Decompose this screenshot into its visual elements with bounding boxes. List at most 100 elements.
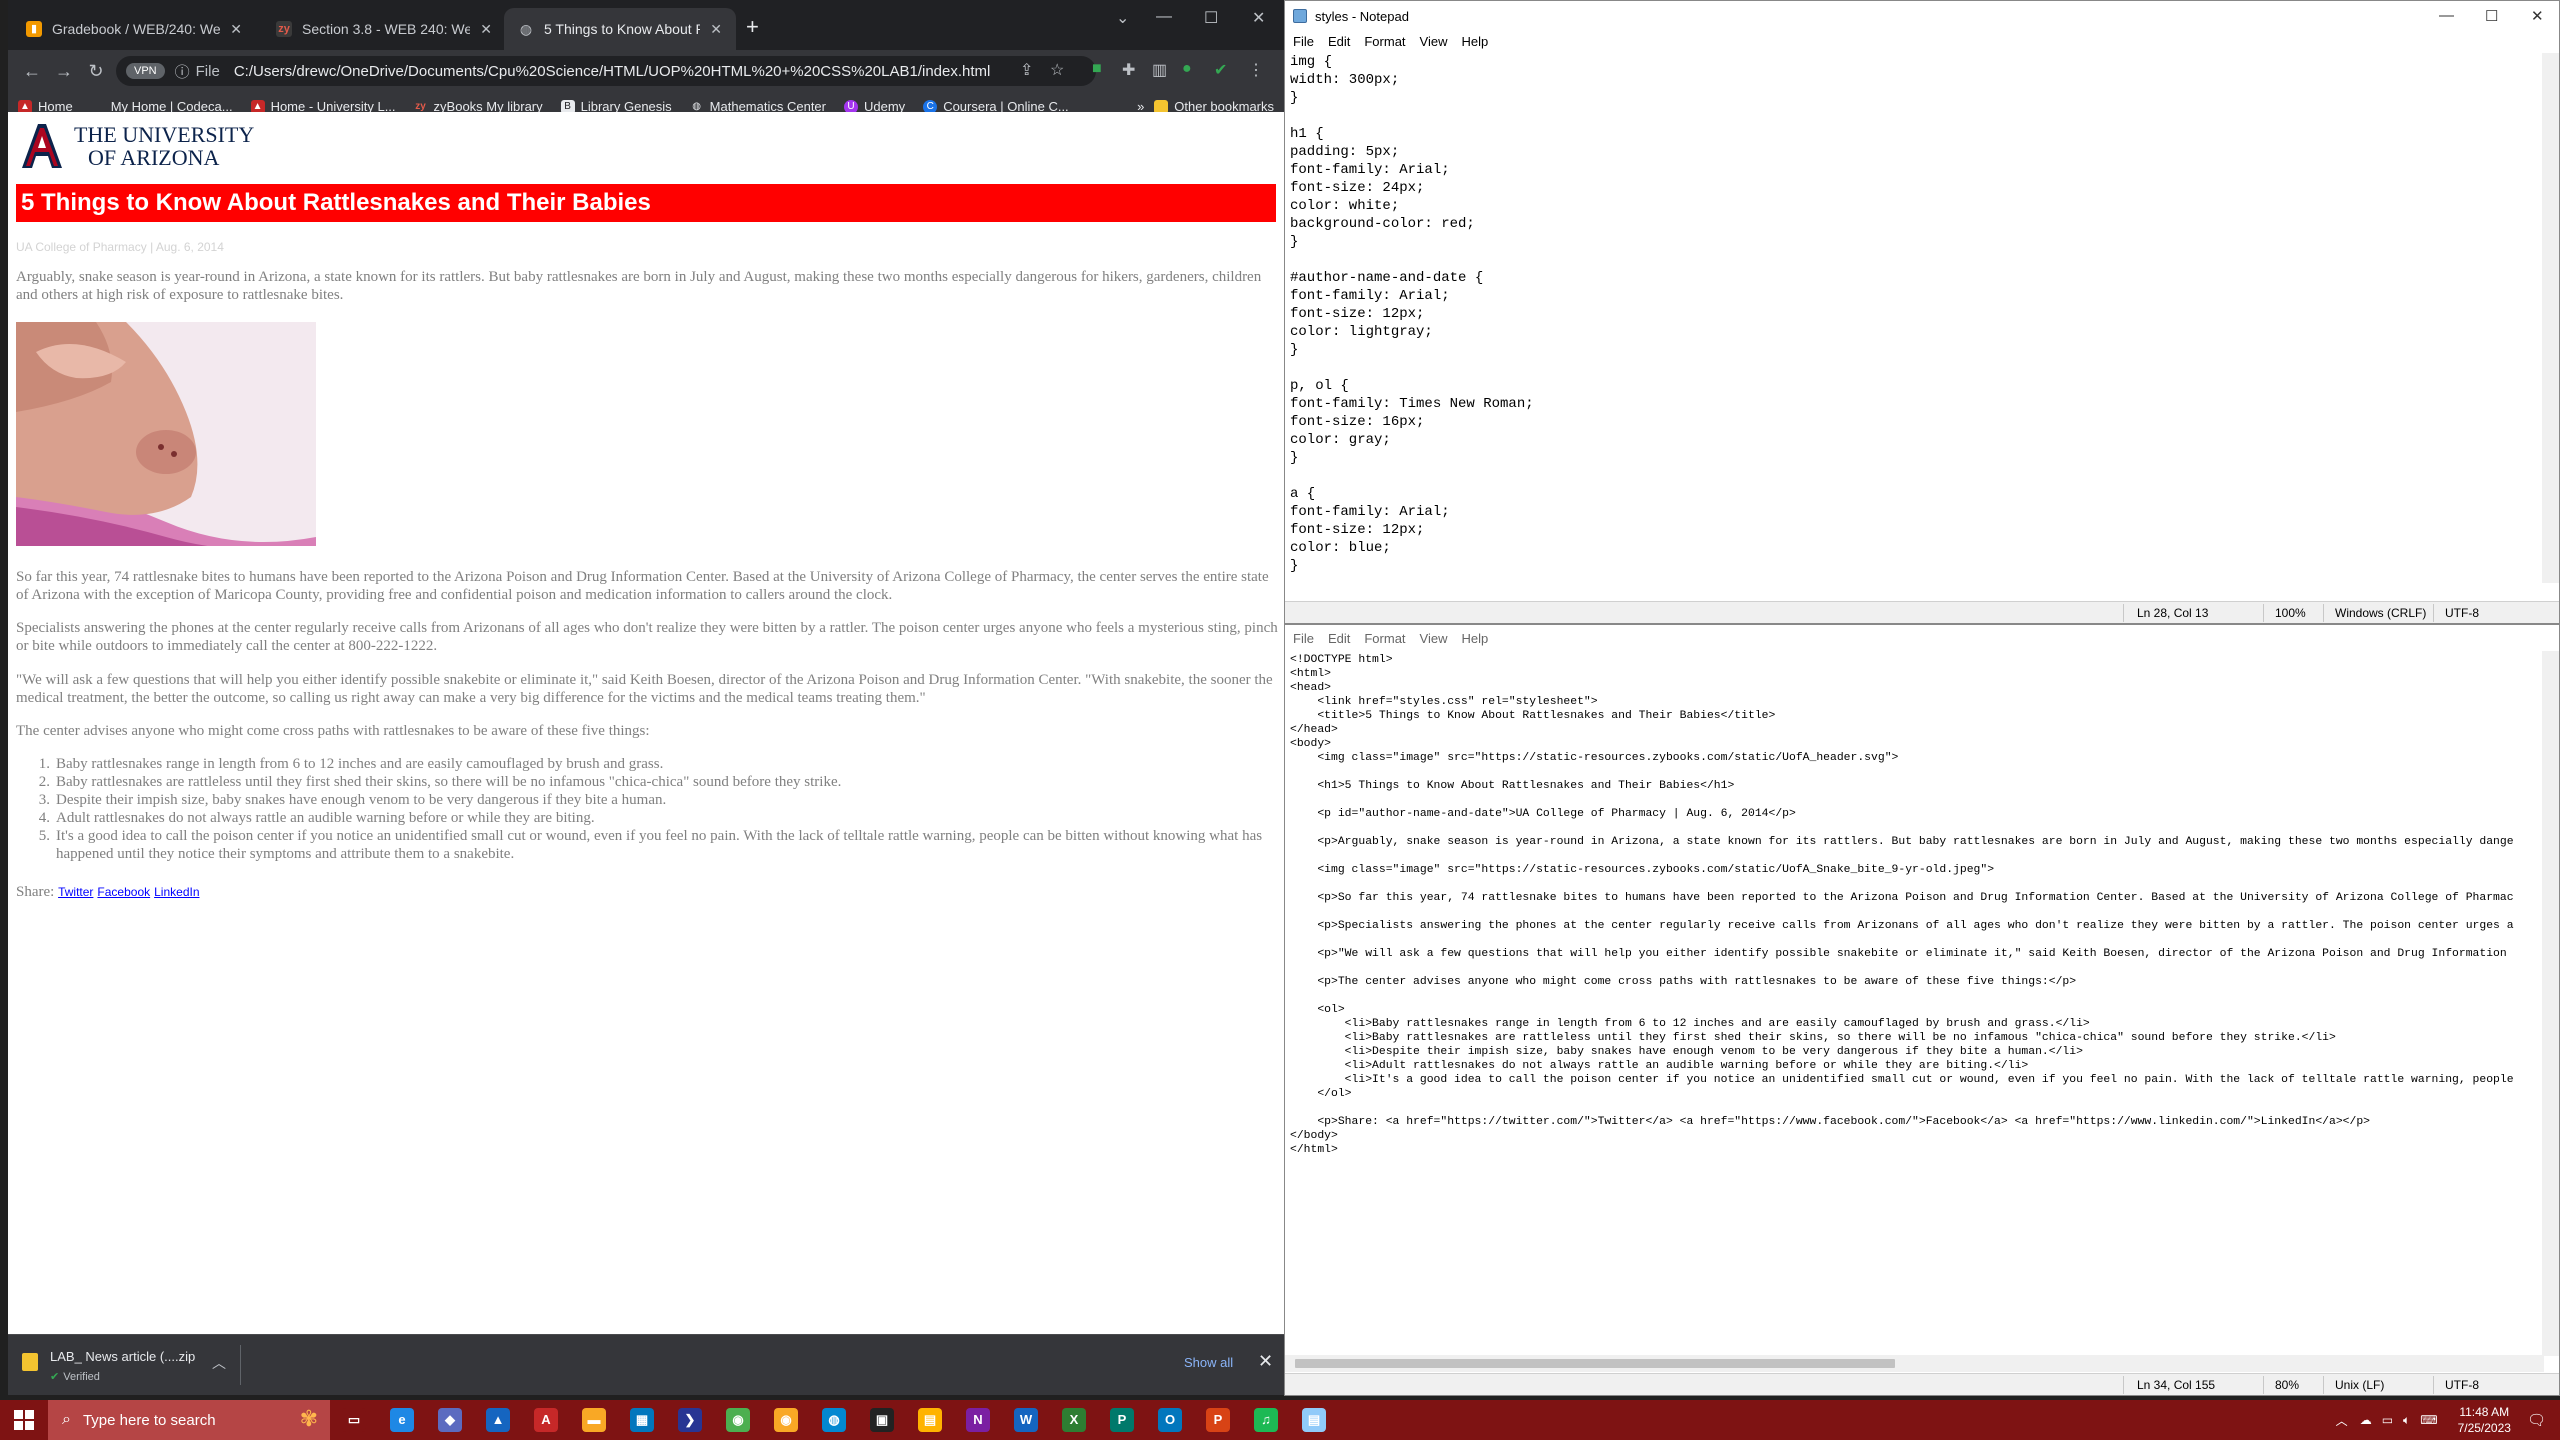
menu-edit[interactable]: Edit	[1328, 631, 1350, 646]
vertical-scrollbar[interactable]	[2542, 651, 2559, 1356]
horizontal-scrollbar[interactable]	[1285, 1355, 2544, 1372]
zip-file-icon	[22, 1353, 38, 1371]
task-view-icon[interactable]: ▭	[330, 1400, 378, 1440]
extension-lock-icon[interactable]: ■	[1092, 60, 1102, 78]
menu-file[interactable]: File	[1293, 34, 1314, 49]
side-panel-icon[interactable]: ▥	[1152, 60, 1167, 80]
notepad-menubar: File Edit Format View Help	[1285, 625, 2559, 651]
check-extension-icon[interactable]: ✔	[1214, 60, 1227, 80]
terminal-icon[interactable]: ▣	[858, 1400, 906, 1440]
close-window-button[interactable]: ✕	[1252, 8, 1265, 28]
list-item-text: Baby rattlesnakes range in length from 6…	[56, 756, 664, 772]
cursor-position: Ln 34, Col 155	[2137, 1378, 2216, 1392]
menu-edit[interactable]: Edit	[1328, 34, 1350, 49]
extensions-puzzle-icon[interactable]: ✚	[1122, 60, 1135, 80]
close-icon[interactable]: ✕	[480, 21, 492, 38]
store-icon[interactable]: ▦	[618, 1400, 666, 1440]
spotify-icon[interactable]: ♫	[1242, 1400, 1290, 1440]
keyboard-icon[interactable]: ⌨	[2420, 1413, 2437, 1427]
files-icon[interactable]: ▤	[906, 1400, 954, 1440]
minimize-button[interactable]: —	[1156, 8, 1172, 26]
maximize-button[interactable]: ☐	[1204, 8, 1218, 28]
menu-format[interactable]: Format	[1364, 34, 1405, 49]
word-icon[interactable]: W	[1002, 1400, 1050, 1440]
powershell-icon-glyph: ❯	[678, 1408, 702, 1432]
minimize-button[interactable]: —	[2439, 7, 2454, 24]
html-editor-text[interactable]: <!DOCTYPE html> <html> <head> <link href…	[1290, 653, 2540, 1323]
outlook-icon-glyph: O	[1158, 1408, 1182, 1432]
powerpoint-icon[interactable]: P	[1194, 1400, 1242, 1440]
azure-icon[interactable]: ▲	[474, 1400, 522, 1440]
menu-view[interactable]: View	[1420, 34, 1448, 49]
word-icon-glyph: W	[1014, 1408, 1038, 1432]
list-item-text: Baby rattlesnakes are rattleless until t…	[56, 774, 842, 790]
clock[interactable]: 11:48 AM 7/25/2023	[2458, 1404, 2511, 1436]
chevron-up-icon[interactable]: ︿	[2336, 1412, 2348, 1429]
app-icon[interactable]: ◆	[426, 1400, 474, 1440]
forward-icon[interactable]: →	[48, 61, 80, 82]
chevron-down-icon[interactable]: ⌄	[1116, 8, 1129, 28]
chevron-up-icon[interactable]: ︿	[212, 1353, 226, 1373]
tab-rattlesnakes[interactable]: ◍ 5 Things to Know About Rattles ✕	[504, 8, 736, 50]
notepad-icon[interactable]: ▤	[1290, 1400, 1338, 1440]
twitter-link[interactable]: Twitter	[58, 885, 93, 899]
menu-format[interactable]: Format	[1364, 631, 1405, 646]
menu-help[interactable]: Help	[1461, 34, 1488, 49]
menu-kebab-icon[interactable]: ⋮	[1248, 60, 1264, 80]
taskbar-search[interactable]: ⌕ Type here to search ✾	[48, 1400, 330, 1440]
close-window-button[interactable]: ✕	[2531, 7, 2544, 25]
menu-file[interactable]: File	[1293, 631, 1314, 646]
download-status: ✔ Verified	[50, 1370, 195, 1383]
status-bar: Ln 28, Col 13 100% Windows (CRLF) UTF-8	[1285, 601, 2559, 623]
download-item[interactable]: LAB_ News article (....zip ✔ Verified	[22, 1349, 195, 1383]
close-icon[interactable]: ✕	[230, 21, 242, 38]
logo-line-2: OF ARIZONA	[88, 145, 220, 170]
back-icon[interactable]: ←	[16, 61, 48, 82]
linkedin-link[interactable]: LinkedIn	[154, 885, 199, 899]
vertical-scrollbar[interactable]	[2542, 53, 2559, 583]
paragraph-3: "We will ask a few questions that will h…	[16, 672, 1273, 706]
menu-view[interactable]: View	[1420, 631, 1448, 646]
publisher-icon[interactable]: P	[1098, 1400, 1146, 1440]
app-icon-2[interactable]: ◍	[810, 1400, 858, 1440]
close-download-bar-icon[interactable]: ✕	[1258, 1351, 1273, 1372]
five-things-list: 1. Baby rattlesnakes range in length from…	[16, 755, 1278, 863]
tab-gradebook[interactable]: ▮ Gradebook / WEB/240: Web Des ✕	[12, 8, 256, 50]
tab-section[interactable]: zy Section 3.8 - WEB 240: Web Des ✕	[262, 8, 506, 50]
reload-icon[interactable]: ↻	[80, 61, 112, 82]
scrollbar-thumb[interactable]	[1295, 1359, 1895, 1368]
adobe-icon[interactable]: A	[522, 1400, 570, 1440]
edge-icon[interactable]: e	[378, 1400, 426, 1440]
show-all-button[interactable]: Show all	[1184, 1355, 1233, 1370]
vpn-badge[interactable]: VPN	[126, 63, 165, 79]
page-title: 5 Things to Know About Rattlesnakes and …	[16, 184, 1276, 222]
start-button[interactable]	[0, 1400, 48, 1440]
address-bar[interactable]: VPN ⓘ File C:/Users/drewc/OneDrive/Docum…	[116, 56, 1096, 86]
cloud-icon[interactable]: ☁	[2360, 1413, 2372, 1427]
url-text[interactable]: C:/Users/drewc/OneDrive/Documents/Cpu%20…	[234, 63, 991, 80]
new-tab-button[interactable]: +	[746, 14, 759, 40]
outlook-icon[interactable]: O	[1146, 1400, 1194, 1440]
css-editor-text[interactable]: img { width: 300px; } h1 { padding: 5px;…	[1290, 53, 2540, 573]
chrome-icon[interactable]: ◉	[714, 1400, 762, 1440]
facebook-link[interactable]: Facebook	[97, 885, 150, 899]
chrome-canary-icon[interactable]: ◉	[762, 1400, 810, 1440]
volume-icon[interactable]: 🔈︎	[2403, 1413, 2410, 1428]
close-icon[interactable]: ✕	[710, 21, 722, 38]
maximize-button[interactable]: ☐	[2485, 7, 2498, 25]
share-icon[interactable]: ⇪	[1020, 60, 1033, 80]
file-explorer-icon[interactable]: ▬	[570, 1400, 618, 1440]
share-row: Share: Twitter Facebook LinkedIn	[16, 884, 204, 901]
profile-avatar[interactable]: ●	[1182, 60, 1192, 78]
powershell-icon[interactable]: ❯	[666, 1400, 714, 1440]
powerpoint-icon-glyph: P	[1206, 1408, 1230, 1432]
onenote-icon[interactable]: N	[954, 1400, 1002, 1440]
bookmark-star-icon[interactable]: ☆	[1050, 60, 1064, 80]
info-icon[interactable]: ⓘ	[175, 61, 190, 82]
tab-label: 5 Things to Know About Rattles	[544, 21, 700, 37]
notification-icon[interactable]: 🗨︎	[2527, 1411, 2546, 1429]
menu-help[interactable]: Help	[1461, 631, 1488, 646]
monitor-icon[interactable]: ▭	[2382, 1413, 2393, 1427]
excel-icon[interactable]: X	[1050, 1400, 1098, 1440]
logo-line-1: THE UNIVERSITY	[74, 122, 255, 147]
